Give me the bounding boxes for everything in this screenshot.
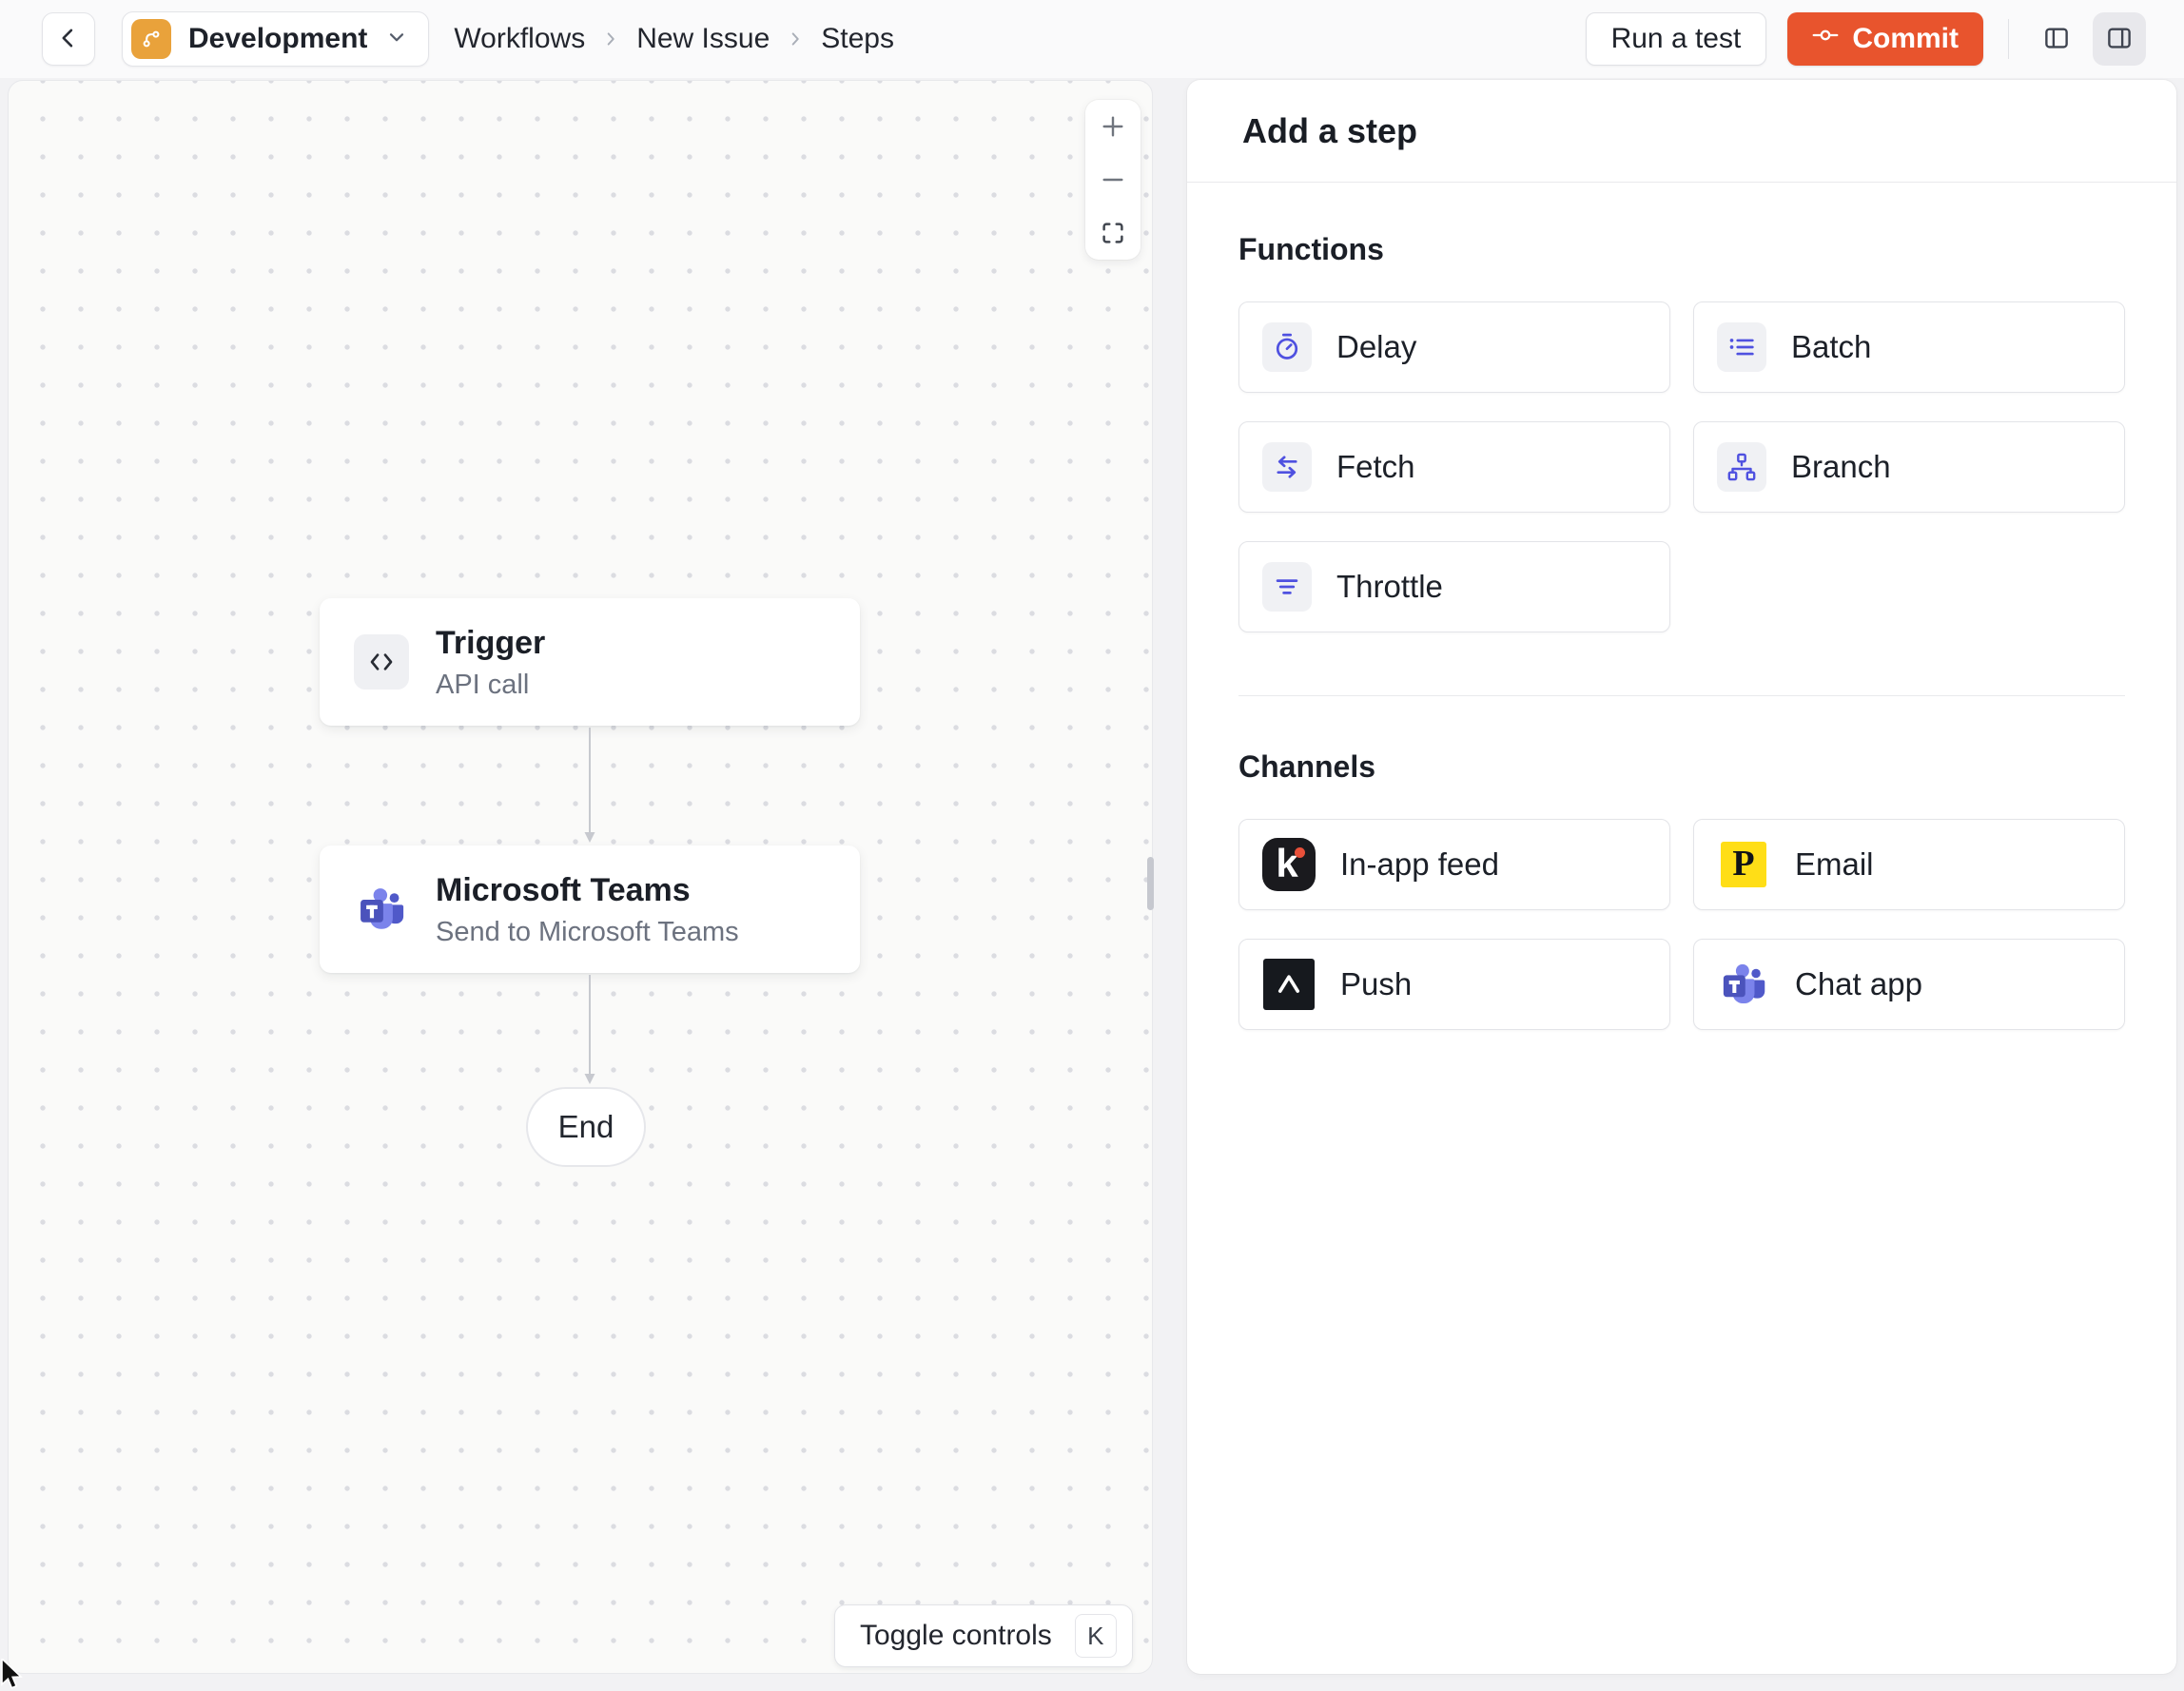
commit-button-label: Commit <box>1852 23 1959 54</box>
node-microsoft-teams[interactable]: Microsoft Teams Send to Microsoft Teams <box>320 846 860 973</box>
breadcrumb-separator-icon <box>785 29 806 49</box>
node-trigger-title: Trigger <box>436 625 546 662</box>
chevron-left-icon <box>55 25 82 54</box>
panel-title: Add a step <box>1242 110 1418 150</box>
panel-header: Add a step <box>1187 80 2176 183</box>
step-card-throttle[interactable]: Throttle <box>1238 541 1670 632</box>
chevron-down-icon <box>384 25 409 54</box>
top-toolbar: Development Workflows New Issue Steps Ru… <box>0 0 2184 78</box>
canvas-scrollbar-thumb[interactable] <box>1147 857 1154 910</box>
toggle-controls-button[interactable]: Toggle controls K <box>834 1604 1133 1667</box>
add-step-panel: Add a step Functions Delay Batch Fetch B… <box>1187 80 2176 1674</box>
step-card-delay[interactable]: Delay <box>1238 301 1670 393</box>
step-card-label: Chat app <box>1795 966 1922 1001</box>
node-teams-subtitle: Send to Microsoft Teams <box>436 916 739 947</box>
step-card-label: Throttle <box>1336 569 1443 604</box>
step-card-label: Fetch <box>1336 449 1415 484</box>
step-card-fetch[interactable]: Fetch <box>1238 421 1670 513</box>
channels-heading: Channels <box>1238 749 1376 784</box>
sitemap-icon <box>1717 442 1766 492</box>
node-end[interactable]: End <box>526 1087 646 1167</box>
back-button[interactable] <box>42 12 95 66</box>
expo-logo-icon <box>1262 958 1316 1011</box>
toggle-controls-label: Toggle controls <box>860 1620 1052 1651</box>
toggle-right-panel-button[interactable] <box>2093 12 2146 66</box>
commit-button[interactable]: Commit <box>1787 12 1983 66</box>
step-card-push[interactable]: Push <box>1238 939 1670 1030</box>
step-card-chat-app[interactable]: Chat app <box>1693 939 2125 1030</box>
breadcrumb-new-issue[interactable]: New Issue <box>636 23 770 55</box>
knock-logo-icon: k <box>1262 838 1316 891</box>
edge-trigger-to-teams <box>584 728 595 843</box>
microsoft-teams-icon <box>354 882 409 937</box>
workflow-canvas[interactable]: Trigger API call Microsoft Teams Send to… <box>8 80 1154 1674</box>
code-icon <box>354 634 409 690</box>
step-card-label: Email <box>1795 846 1874 882</box>
edge-teams-to-end <box>584 975 595 1084</box>
fit-view-button[interactable] <box>1085 206 1141 260</box>
step-card-email[interactable]: P Email <box>1693 819 2125 910</box>
step-card-label: Push <box>1340 966 1413 1001</box>
step-card-branch[interactable]: Branch <box>1693 421 2125 513</box>
left-panel-icon <box>2042 24 2071 55</box>
toggle-left-panel-button[interactable] <box>2030 12 2083 66</box>
environment-selector[interactable]: Development <box>122 11 430 67</box>
zoom-in-button[interactable] <box>1085 100 1141 153</box>
breadcrumb: Workflows New Issue Steps <box>454 23 894 55</box>
breadcrumb-workflows[interactable]: Workflows <box>454 23 585 55</box>
keyboard-shortcut-badge: K <box>1074 1614 1117 1658</box>
mouse-cursor <box>1 1659 23 1689</box>
zoom-controls <box>1085 100 1141 260</box>
node-trigger-subtitle: API call <box>436 669 530 700</box>
postmark-logo-icon: P <box>1717 838 1770 891</box>
functions-heading: Functions <box>1238 232 1384 266</box>
commit-icon <box>1812 22 1839 56</box>
swap-arrows-icon <box>1262 442 1312 492</box>
step-card-label: Batch <box>1791 329 1872 364</box>
stopwatch-icon <box>1262 322 1312 372</box>
breadcrumb-steps[interactable]: Steps <box>821 23 894 55</box>
right-panel-icon <box>2105 24 2134 55</box>
funnel-lines-icon <box>1262 562 1312 612</box>
step-card-label: Delay <box>1336 329 1417 364</box>
step-card-batch[interactable]: Batch <box>1693 301 2125 393</box>
breadcrumb-separator-icon <box>600 29 621 49</box>
functions-section: Functions Delay Batch Fetch Branch Throt… <box>1238 232 2125 632</box>
git-branch-icon <box>131 19 171 59</box>
step-card-in-app-feed[interactable]: k In-app feed <box>1238 819 1670 910</box>
environment-label: Development <box>188 23 368 54</box>
node-trigger[interactable]: Trigger API call <box>320 598 860 726</box>
step-card-label: In-app feed <box>1340 846 1499 882</box>
run-a-test-button[interactable]: Run a test <box>1585 12 1767 66</box>
microsoft-teams-icon <box>1717 958 1770 1011</box>
step-card-label: Branch <box>1791 449 1891 484</box>
list-icon <box>1717 322 1766 372</box>
channels-section: Channels k In-app feed P Email Push Chat… <box>1238 695 2125 1030</box>
toolbar-divider <box>2008 19 2009 59</box>
node-teams-title: Microsoft Teams <box>436 872 691 909</box>
zoom-out-button[interactable] <box>1085 153 1141 206</box>
